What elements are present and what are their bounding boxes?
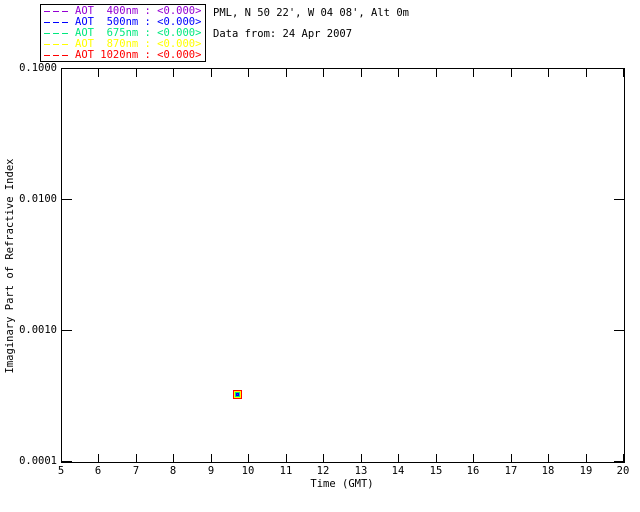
station-info: PML, N 50 22', W 04 08', Alt 0m — [213, 7, 409, 19]
x-tick — [61, 69, 62, 77]
x-tick — [98, 454, 99, 462]
x-tick — [136, 69, 137, 77]
legend-dash-sample — [44, 44, 71, 45]
x-tick-label: 18 — [541, 465, 555, 477]
x-tick-label: 10 — [241, 465, 255, 477]
plot-window: AOT 400nm : <0.000> AOT 500nm : <0.000> AO… — [0, 0, 640, 512]
x-tick — [436, 454, 437, 462]
y-tick — [614, 461, 624, 462]
y-tick-label: 0.0010 — [19, 324, 57, 336]
x-tick — [248, 69, 249, 77]
x-tick-label: 19 — [579, 465, 593, 477]
y-tick — [614, 330, 624, 331]
x-tick — [323, 69, 324, 77]
x-tick — [398, 69, 399, 77]
x-tick — [548, 69, 549, 77]
x-tick — [136, 454, 137, 462]
legend-dash-sample — [44, 33, 71, 34]
x-tick — [211, 454, 212, 462]
legend: AOT 400nm : <0.000> AOT 500nm : <0.000> AO… — [40, 4, 206, 62]
x-tick-label: 6 — [94, 465, 102, 477]
y-tick-label: 0.0100 — [19, 193, 57, 205]
x-tick — [173, 69, 174, 77]
x-tick — [211, 69, 212, 77]
x-tick — [548, 454, 549, 462]
legend-dash-sample — [44, 55, 71, 56]
x-tick — [473, 454, 474, 462]
y-axis-label: Imaginary Part of Refractive Index — [4, 158, 16, 374]
x-tick — [286, 454, 287, 462]
x-tick — [623, 69, 624, 77]
y-tick — [614, 199, 624, 200]
x-tick-label: 16 — [466, 465, 480, 477]
x-tick — [586, 454, 587, 462]
x-axis-label: Time (GMT) — [310, 478, 374, 490]
y-tick — [62, 199, 72, 200]
x-tick-label: 17 — [504, 465, 518, 477]
x-tick-label: 20 — [616, 465, 630, 477]
data-date: Data from: 24 Apr 2007 — [213, 28, 353, 40]
x-tick — [248, 454, 249, 462]
legend-dash-sample — [44, 22, 71, 23]
x-tick — [98, 69, 99, 77]
x-tick — [511, 69, 512, 77]
x-tick — [323, 454, 324, 462]
plot-frame — [61, 68, 625, 463]
y-tick-label: 0.0001 — [19, 455, 57, 467]
x-tick-label: 14 — [391, 465, 405, 477]
x-tick — [361, 454, 362, 462]
x-tick-label: 5 — [57, 465, 65, 477]
x-tick-label: 8 — [169, 465, 177, 477]
y-tick-label: 0.1000 — [19, 62, 57, 74]
y-tick — [614, 68, 624, 69]
x-tick-label: 7 — [132, 465, 140, 477]
x-tick — [398, 454, 399, 462]
x-tick — [173, 454, 174, 462]
legend-item: AOT 1020nm : <0.000> — [41, 50, 205, 61]
x-tick-label: 11 — [279, 465, 293, 477]
legend-dash-sample — [44, 11, 71, 12]
data-point-marker — [237, 394, 238, 395]
y-tick — [62, 68, 72, 69]
x-tick-label: 15 — [429, 465, 443, 477]
x-tick — [286, 69, 287, 77]
x-tick — [473, 69, 474, 77]
x-tick — [436, 69, 437, 77]
y-tick — [62, 461, 72, 462]
x-tick-label: 13 — [354, 465, 368, 477]
x-tick-label: 9 — [207, 465, 215, 477]
plot-header: PML, N 50 22', W 04 08', Alt 0m Data fro… — [213, 8, 409, 50]
legend-item-label: AOT 1020nm : <0.000> — [75, 49, 202, 61]
x-tick — [361, 69, 362, 77]
y-tick — [62, 330, 72, 331]
x-tick-label: 12 — [316, 465, 330, 477]
x-tick — [511, 454, 512, 462]
x-tick — [586, 69, 587, 77]
